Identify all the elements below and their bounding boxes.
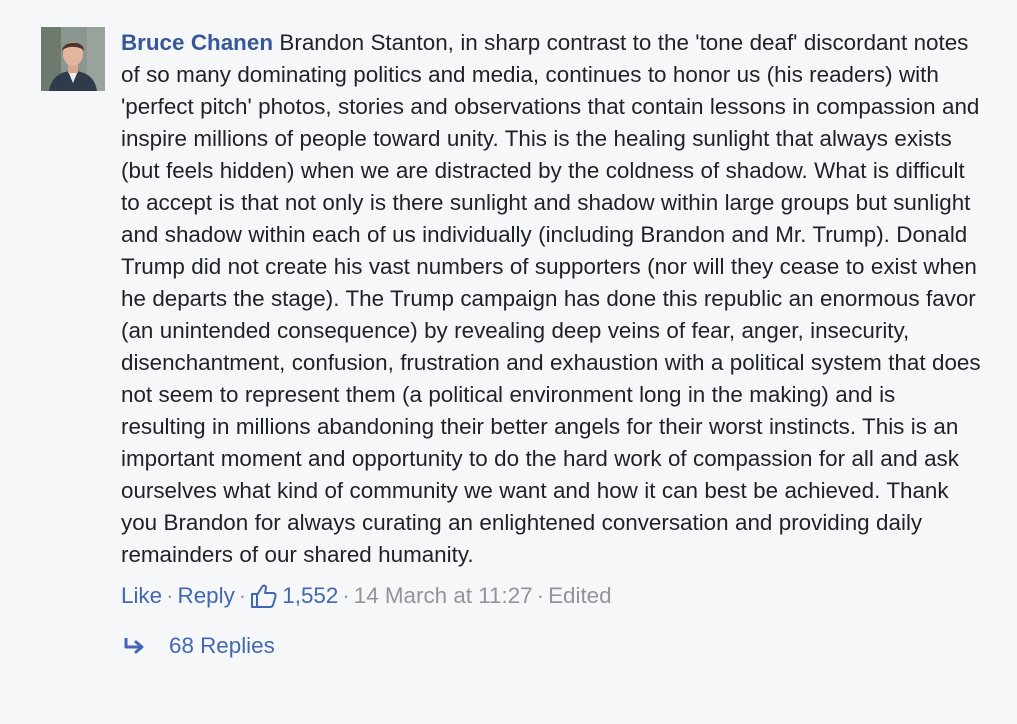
- thumbs-up-icon: [251, 584, 277, 608]
- separator: ·: [238, 583, 247, 608]
- reply-link[interactable]: Reply: [178, 580, 235, 612]
- like-link[interactable]: Like: [121, 580, 162, 612]
- separator: ·: [342, 583, 350, 608]
- comment-text: Bruce Chanen Brandon Stanton, in sharp c…: [121, 27, 981, 571]
- avatar-photo: [41, 27, 105, 91]
- comment-message: Brandon Stanton, in sharp contrast to th…: [121, 30, 981, 567]
- reply-arrow-icon: [124, 638, 144, 654]
- view-replies-link[interactable]: 68 Replies: [123, 630, 981, 662]
- replies-count-label: 68 Replies: [169, 633, 275, 658]
- like-count[interactable]: 1,552: [250, 580, 338, 612]
- avatar[interactable]: [41, 27, 105, 91]
- comment-body: Bruce Chanen Brandon Stanton, in sharp c…: [121, 27, 981, 662]
- edited-link[interactable]: Edited: [548, 580, 612, 612]
- like-count-value: 1,552: [282, 583, 339, 608]
- author-name[interactable]: Bruce Chanen: [121, 30, 273, 55]
- comment-actions: Like · Reply · 1,552 · 14 March at 11:27…: [121, 580, 981, 612]
- timestamp-link[interactable]: 14 March at 11:27: [354, 580, 533, 612]
- separator: ·: [536, 583, 545, 608]
- separator: ·: [166, 583, 174, 608]
